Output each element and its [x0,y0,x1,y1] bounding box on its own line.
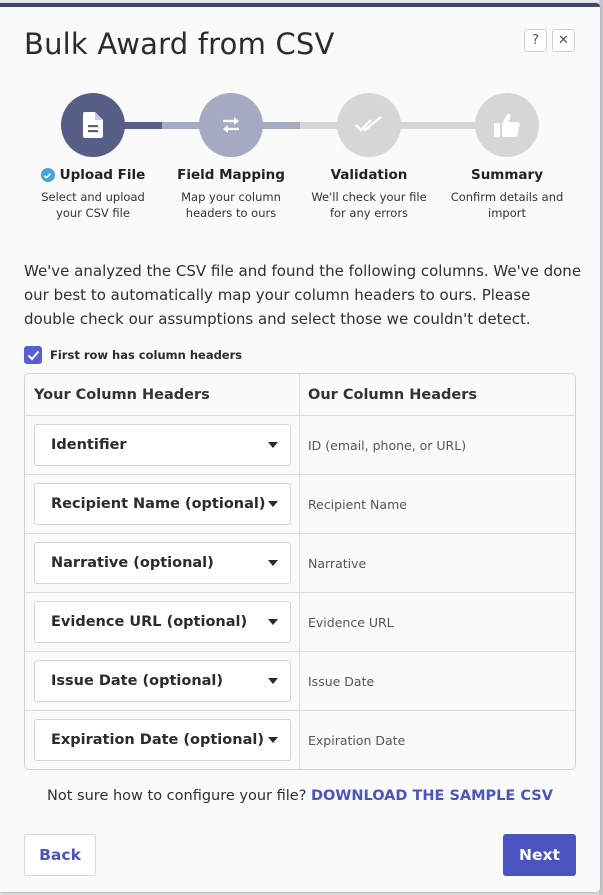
checkbox-checked-icon[interactable] [24,346,42,364]
step-description: Select and upload [41,190,145,204]
column-select-narrative[interactable]: Narrative (optional) [34,542,291,584]
column-header-yours: Your Column Headers [34,386,210,403]
our-column-label: Evidence URL [308,614,394,630]
intro-text: We've analyzed the CSV file and found th… [24,262,582,328]
select-value: Issue Date (optional) [51,673,224,689]
column-select-expiration-date[interactable]: Expiration Date (optional) [34,719,291,761]
column-header-ours: Our Column Headers [308,386,477,403]
exchange-arrows-icon [223,117,239,133]
table-row: Identifier ID (email, phone, or URL) [25,415,575,474]
step-title: Field Mapping [177,167,285,183]
caret-down-icon [268,678,278,684]
step-complete-check-icon [40,168,55,182]
step-circle [61,93,125,157]
step-description: We'll check your file [311,190,427,204]
modal-title: Bulk Award from CSV [24,27,335,61]
first-row-headers-checkbox[interactable]: First row has column headers [24,346,242,364]
our-column-label: Issue Date [308,673,375,689]
select-value: Recipient Name (optional) [51,496,266,512]
step-circle [337,93,401,157]
table-row: Narrative (optional) Narrative [25,533,575,592]
table-row: Evidence URL (optional) Evidence URL [25,592,575,651]
table-row: Issue Date (optional) Issue Date [25,651,575,710]
column-select-recipient-name[interactable]: Recipient Name (optional) [34,483,291,525]
step-field-mapping: Field Mapping Map your column headers to… [161,93,301,221]
caret-down-icon [268,442,278,448]
our-column-label: ID (email, phone, or URL) [308,437,467,453]
document-icon [83,112,103,138]
step-validation: Validation We'll check your file for any… [299,93,439,221]
step-description: import [488,206,526,220]
step-description: Map your column [181,190,281,204]
step-summary: Summary Confirm details and import [437,93,577,221]
next-button[interactable]: Next [503,834,576,876]
caret-down-icon [268,560,278,566]
table-header-row: Your Column Headers Our Column Headers [25,374,575,415]
checkbox-label: First row has column headers [50,348,243,362]
select-value: Narrative (optional) [51,555,214,571]
thumbs-up-icon [494,113,520,137]
step-title: Upload File [59,167,146,183]
our-column-label: Narrative [308,555,367,571]
sample-csv-prompt: Not sure how to configure your file? DOW… [0,788,600,804]
select-value: Evidence URL (optional) [51,614,248,630]
column-select-issue-date[interactable]: Issue Date (optional) [34,660,291,702]
wizard-stepper: Upload File Select and upload your CSV f… [0,93,600,233]
double-check-icon [355,116,382,132]
select-value: Identifier [51,437,127,453]
column-select-identifier[interactable]: Identifier [34,424,291,466]
caret-down-icon [268,501,278,507]
caret-down-icon [268,737,278,743]
column-mapping-table: Your Column Headers Our Column Headers I… [24,373,576,770]
bulk-award-modal: Bulk Award from CSV ? ✕ Upload File Sele… [0,3,600,892]
download-sample-csv-link[interactable]: DOWNLOAD THE SAMPLE CSV [311,788,553,804]
step-title: Summary [470,167,544,183]
sample-prompt-text: Not sure how to configure your file? [47,788,307,804]
step-description: Confirm details and [450,190,564,204]
step-circle [475,93,539,157]
back-button[interactable]: Back [24,834,96,876]
our-column-label: Expiration Date [308,732,406,748]
close-button[interactable]: ✕ [552,29,575,52]
step-description: for any errors [329,206,409,220]
help-button[interactable]: ? [524,29,547,52]
caret-down-icon [268,619,278,625]
help-icon: ? [532,33,539,48]
step-circle [199,93,263,157]
step-upload-file: Upload File Select and upload your CSV f… [23,93,163,221]
column-select-evidence-url[interactable]: Evidence URL (optional) [34,601,291,643]
step-description: your CSV file [56,206,130,220]
select-value: Expiration Date (optional) [51,732,264,748]
table-row: Recipient Name (optional) Recipient Name [25,474,575,533]
close-icon: ✕ [558,33,569,48]
step-description: headers to ours [185,206,277,220]
table-row: Expiration Date (optional) Expiration Da… [25,710,575,769]
our-column-label: Recipient Name [308,496,407,512]
step-title: Validation [330,167,408,183]
